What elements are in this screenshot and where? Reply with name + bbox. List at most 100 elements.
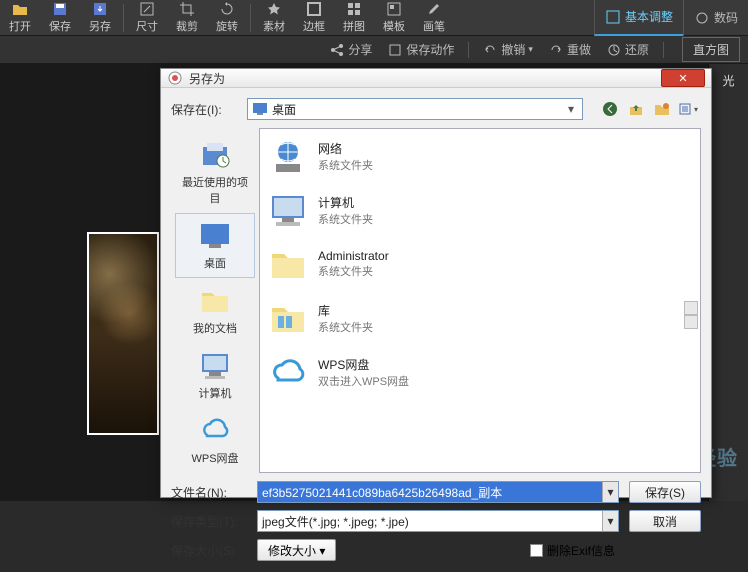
undo-dropdown-icon[interactable]: ▾ (528, 44, 533, 55)
delete-exif-checkbox[interactable]: 删除Exif信息 (530, 542, 615, 559)
modify-size-label: 修改大小 ▾ (268, 542, 325, 559)
separator (468, 42, 469, 58)
crop-icon (179, 1, 195, 17)
border-icon (306, 1, 322, 17)
open-label: 打开 (9, 18, 31, 34)
share-button[interactable]: 分享 (330, 41, 372, 58)
place-computer[interactable]: 计算机 (175, 343, 255, 408)
filename-label: 文件名(N): (171, 484, 257, 501)
item-sub: 系统文件夹 (318, 263, 389, 279)
item-sub: 双击进入WPS网盘 (318, 373, 409, 389)
histogram-button[interactable]: 直方图 (682, 37, 740, 62)
open-button[interactable]: 打开 (0, 0, 40, 36)
list-item[interactable]: Administrator 系统文件夹 (260, 237, 700, 291)
item-name: 库 (318, 302, 373, 319)
dialog-titlebar[interactable]: 另存为 ✕ (161, 69, 711, 88)
save-button[interactable]: 保存 (40, 0, 80, 36)
place-desktop-label: 桌面 (204, 255, 226, 271)
place-mydocs[interactable]: 我的文档 (175, 278, 255, 343)
filename-dropdown-icon[interactable]: ▾ (602, 482, 618, 502)
nav-buttons: ▾ (597, 99, 701, 119)
place-wps[interactable]: WPS网盘 (175, 408, 255, 473)
template-button[interactable]: 模板 (374, 0, 414, 36)
separator (663, 42, 664, 58)
brush-button[interactable]: 画笔 (414, 0, 454, 36)
location-dropdown-icon[interactable]: ▾ (564, 102, 578, 116)
desktop-icon (252, 101, 268, 117)
sliders-icon (605, 9, 621, 25)
item-name: Administrator (318, 249, 389, 263)
restore-button[interactable]: 还原 (607, 41, 649, 58)
item-sub: 系统文件夹 (318, 157, 373, 173)
back-button[interactable] (600, 99, 620, 119)
side-panel: 光 (708, 64, 748, 501)
redo-icon (549, 43, 563, 57)
view-menu-button[interactable]: ▾ (678, 99, 698, 119)
cancel-button[interactable]: 取消 (629, 510, 701, 532)
recent-icon (199, 139, 231, 171)
brush-icon (426, 1, 442, 17)
place-recent[interactable]: 最近使用的项目 (175, 132, 255, 213)
close-button[interactable]: ✕ (661, 69, 705, 87)
folder-open-icon (12, 1, 28, 17)
network-icon (268, 136, 308, 176)
location-select[interactable]: 桌面 ▾ (247, 98, 583, 120)
star-icon (266, 1, 282, 17)
filetype-select[interactable]: jpeg文件(*.jpg; *.jpeg; *.jpe) ▾ (257, 510, 619, 532)
share-label: 分享 (348, 41, 372, 58)
save-in-row: 保存在(I): 桌面 ▾ ▾ (171, 96, 701, 122)
save-action-button[interactable]: 保存动作 (388, 41, 454, 58)
image-preview[interactable] (87, 232, 159, 435)
place-recent-label: 最近使用的项目 (178, 174, 252, 206)
library-icon (268, 298, 308, 338)
save-confirm-button[interactable]: 保存(S) (629, 481, 701, 503)
size-button[interactable]: 尺寸 (127, 0, 167, 36)
undo-icon (483, 43, 497, 57)
scroll-buttons[interactable] (684, 301, 698, 329)
save-as-dialog: 另存为 ✕ 保存在(I): 桌面 ▾ ▾ 最近使用的项目 (160, 68, 712, 498)
camera-icon (694, 10, 710, 26)
place-desktop[interactable]: 桌面 (175, 213, 255, 278)
filetype-value: jpeg文件(*.jpg; *.jpeg; *.jpe) (258, 513, 602, 530)
redo-button[interactable]: 重做 (549, 41, 591, 58)
save-action-label: 保存动作 (406, 41, 454, 58)
list-item[interactable]: 网络 系统文件夹 (260, 129, 700, 183)
item-name: 网络 (318, 140, 373, 157)
item-name: WPS网盘 (318, 356, 409, 373)
file-list[interactable]: 网络 系统文件夹 计算机 系统文件夹 Administrator 系统文件夹 (259, 128, 701, 473)
tab-digital[interactable]: 数码 (683, 0, 748, 36)
saveas-button[interactable]: 另存 (80, 0, 120, 36)
restore-label: 还原 (625, 41, 649, 58)
filename-input[interactable]: ef3b5275021441c089ba6425b26498ad_副本 ▾ (257, 481, 619, 503)
user-folder-icon (268, 244, 308, 284)
crop-label: 裁剪 (176, 18, 198, 34)
separator (250, 4, 251, 32)
rotate-button[interactable]: 旋转 (207, 0, 247, 36)
list-item[interactable]: 计算机 系统文件夹 (260, 183, 700, 237)
filetype-dropdown-icon[interactable]: ▾ (602, 511, 618, 531)
border-button[interactable]: 边框 (294, 0, 334, 36)
crop-button[interactable]: 裁剪 (167, 0, 207, 36)
restore-icon (607, 43, 621, 57)
share-icon (330, 43, 344, 57)
list-item[interactable]: WPS网盘 双击进入WPS网盘 (260, 345, 700, 399)
save-label: 保存 (49, 18, 71, 34)
modify-size-button[interactable]: 修改大小 ▾ (257, 539, 336, 561)
place-computer-label: 计算机 (199, 385, 232, 401)
desktop-place-icon (199, 220, 231, 252)
new-folder-button[interactable] (652, 99, 672, 119)
list-item[interactable]: 库 系统文件夹 (260, 291, 700, 345)
separator (123, 4, 124, 32)
material-button[interactable]: 素材 (254, 0, 294, 36)
resize-icon (139, 1, 155, 17)
collage-button[interactable]: 拼图 (334, 0, 374, 36)
floppy-arrow-icon (92, 1, 108, 17)
tab-basic-adjust[interactable]: 基本调整 (594, 0, 683, 36)
dialog-body: 保存在(I): 桌面 ▾ ▾ 最近使用的项目 桌面 (161, 88, 711, 572)
bottom-rows: 文件名(N): ef3b5275021441c089ba6425b26498ad… (171, 479, 701, 566)
item-sub: 系统文件夹 (318, 319, 373, 335)
undo-button[interactable]: 撤销 ▾ (483, 41, 533, 58)
up-button[interactable] (626, 99, 646, 119)
toolbar-right: 基本调整 数码 (594, 0, 748, 36)
material-label: 素材 (263, 18, 285, 34)
